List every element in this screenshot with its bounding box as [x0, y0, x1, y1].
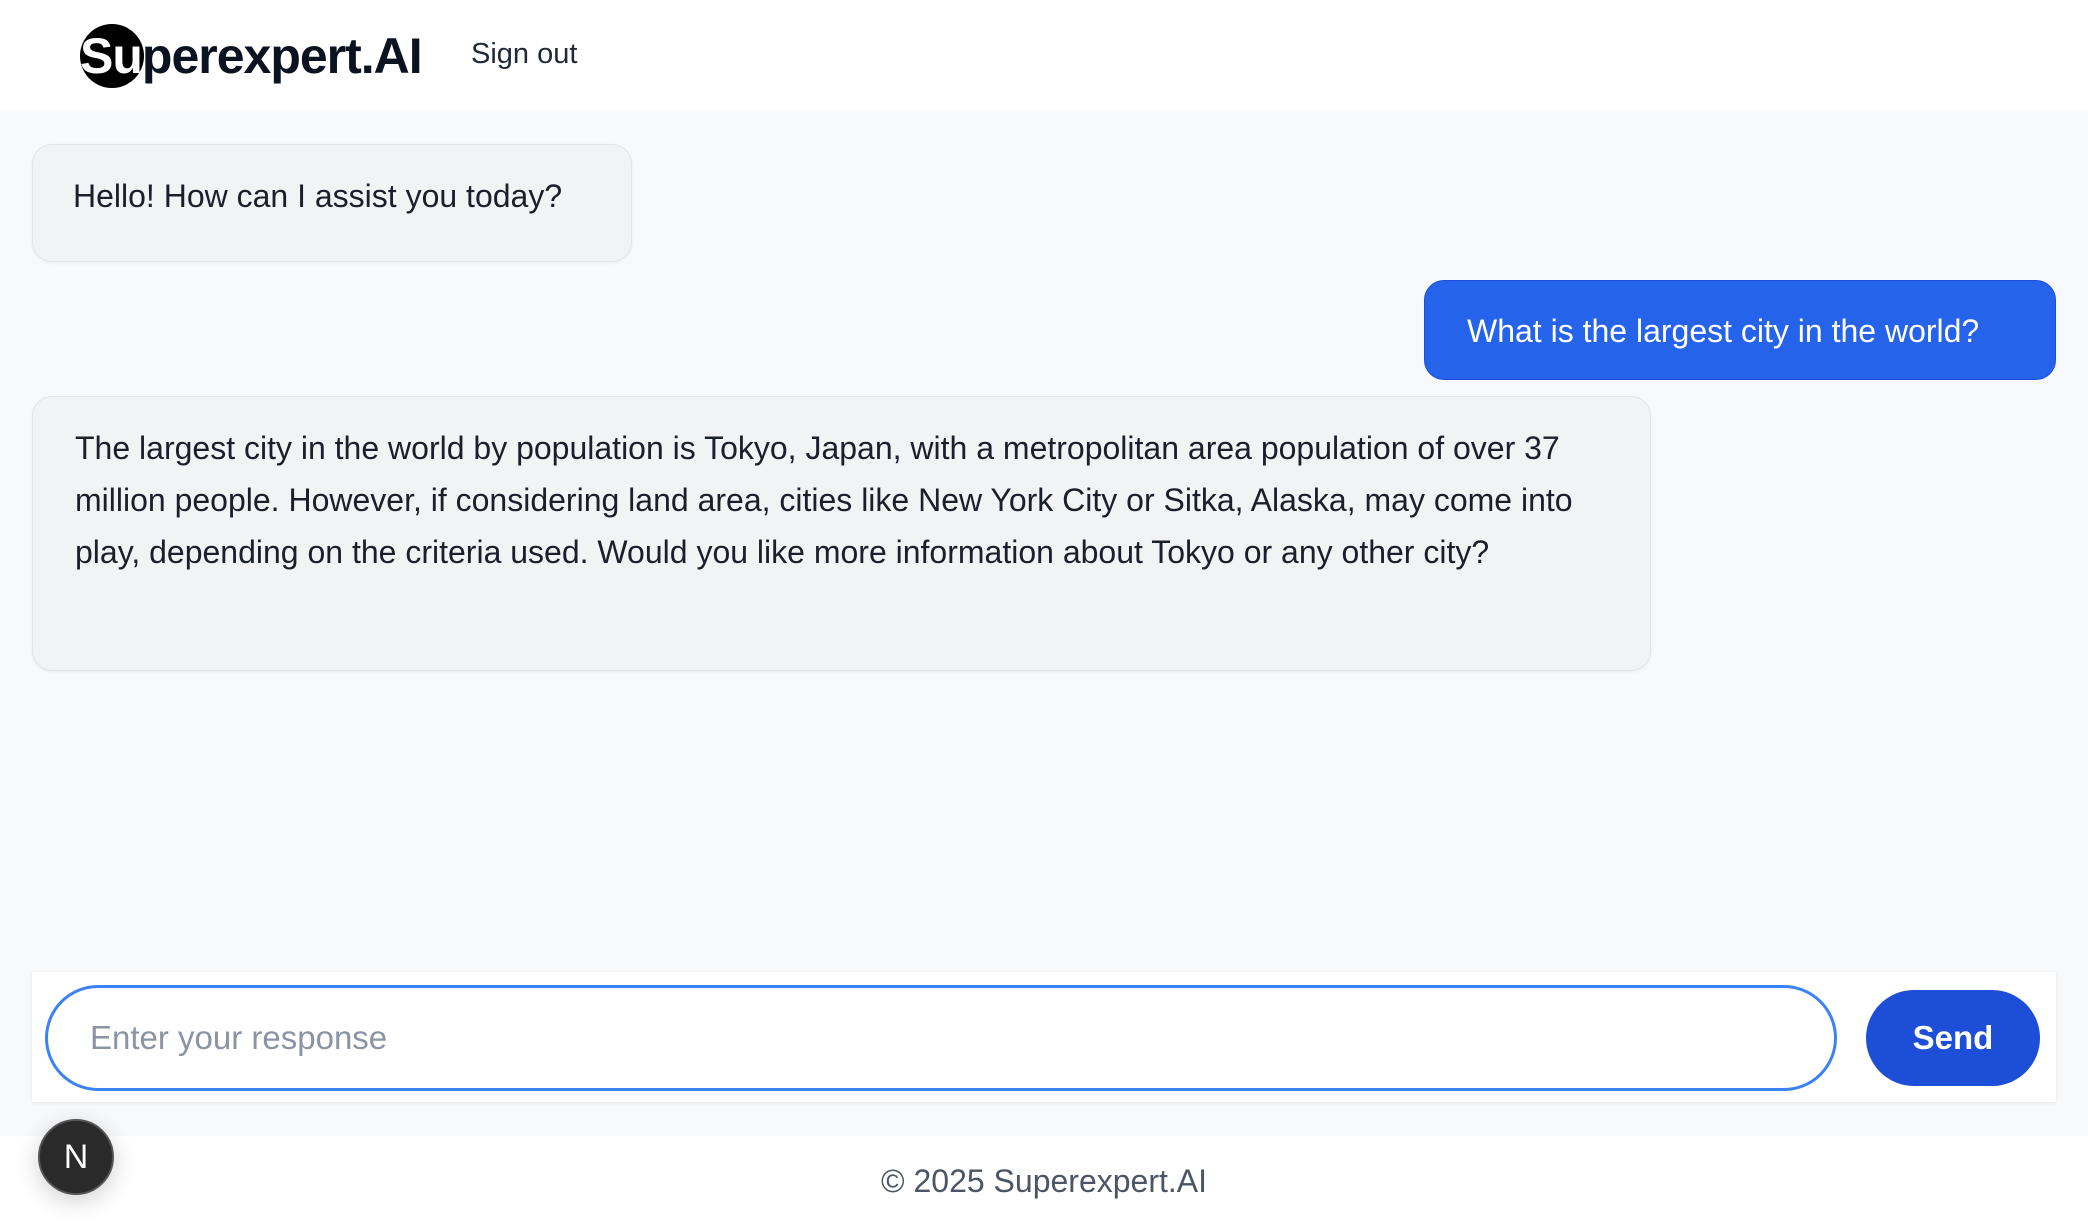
- assistant-message: The largest city in the world by populat…: [32, 396, 1651, 671]
- response-input[interactable]: [45, 985, 1837, 1091]
- copyright-text: © 2025 Superexpert.AI: [881, 1163, 1207, 1199]
- nextjs-icon[interactable]: N: [38, 1119, 114, 1195]
- logo[interactable]: Superexpert.AI: [80, 22, 423, 90]
- logo-text: Superexpert.AI: [80, 28, 423, 84]
- badge-letter: N: [63, 1137, 89, 1176]
- footer: © 2025 Superexpert.AI: [0, 1136, 2088, 1232]
- send-button[interactable]: Send: [1866, 990, 2040, 1086]
- sign-out-link[interactable]: Sign out: [471, 38, 577, 71]
- app-header: Superexpert.AI Sign out: [0, 0, 2088, 111]
- composer: Send: [32, 972, 2056, 1102]
- assistant-message: Hello! How can I assist you today?: [32, 144, 632, 262]
- user-message: What is the largest city in the world?: [1424, 280, 2056, 380]
